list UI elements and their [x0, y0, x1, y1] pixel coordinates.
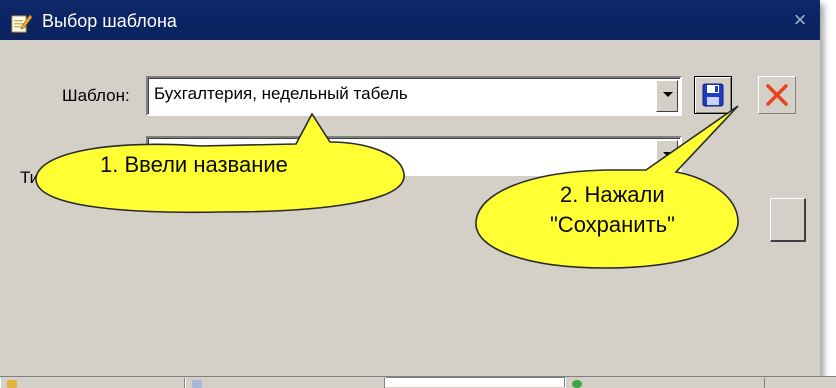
side-button[interactable] — [770, 198, 806, 242]
type-label: Тип — [20, 168, 49, 187]
bottom-tab[interactable] — [565, 378, 765, 388]
bottom-tab[interactable] — [185, 378, 385, 388]
title-bar[interactable]: Выбор шаблона × — [0, 0, 820, 40]
template-combobox[interactable]: Бухгалтерия, недельный табель — [146, 76, 682, 116]
floppy-disk-icon — [702, 83, 724, 107]
screenshot-stage: Выбор шаблона × Шаблон: Бухгалтерия, нед… — [0, 0, 836, 388]
callout-text-entered-name: 1. Ввели название — [100, 152, 288, 177]
template-dialog: Выбор шаблона × Шаблон: Бухгалтерия, нед… — [0, 0, 820, 378]
document-icon — [192, 380, 202, 388]
bottom-tab-active[interactable] — [385, 377, 565, 387]
folder-icon — [7, 380, 17, 388]
template-value[interactable]: Бухгалтерия, недельный табель — [154, 84, 408, 104]
type-dropdown-arrow-icon[interactable] — [656, 140, 678, 172]
close-icon[interactable]: × — [788, 8, 812, 32]
cancel-button[interactable] — [758, 76, 796, 114]
window-title: Выбор шаблона — [42, 11, 177, 31]
red-x-icon — [766, 84, 788, 106]
template-dropdown-arrow-icon[interactable] — [656, 80, 678, 112]
refresh-icon — [572, 380, 582, 388]
edit-document-icon — [11, 14, 32, 33]
callout-text-pressed-line1: 2. Нажали — [560, 182, 665, 207]
save-button[interactable] — [694, 76, 732, 114]
template-label: Шаблон: — [62, 86, 130, 105]
bottom-tab[interactable] — [0, 378, 185, 388]
callout-text-pressed-line2: "Сохранить" — [550, 212, 675, 237]
